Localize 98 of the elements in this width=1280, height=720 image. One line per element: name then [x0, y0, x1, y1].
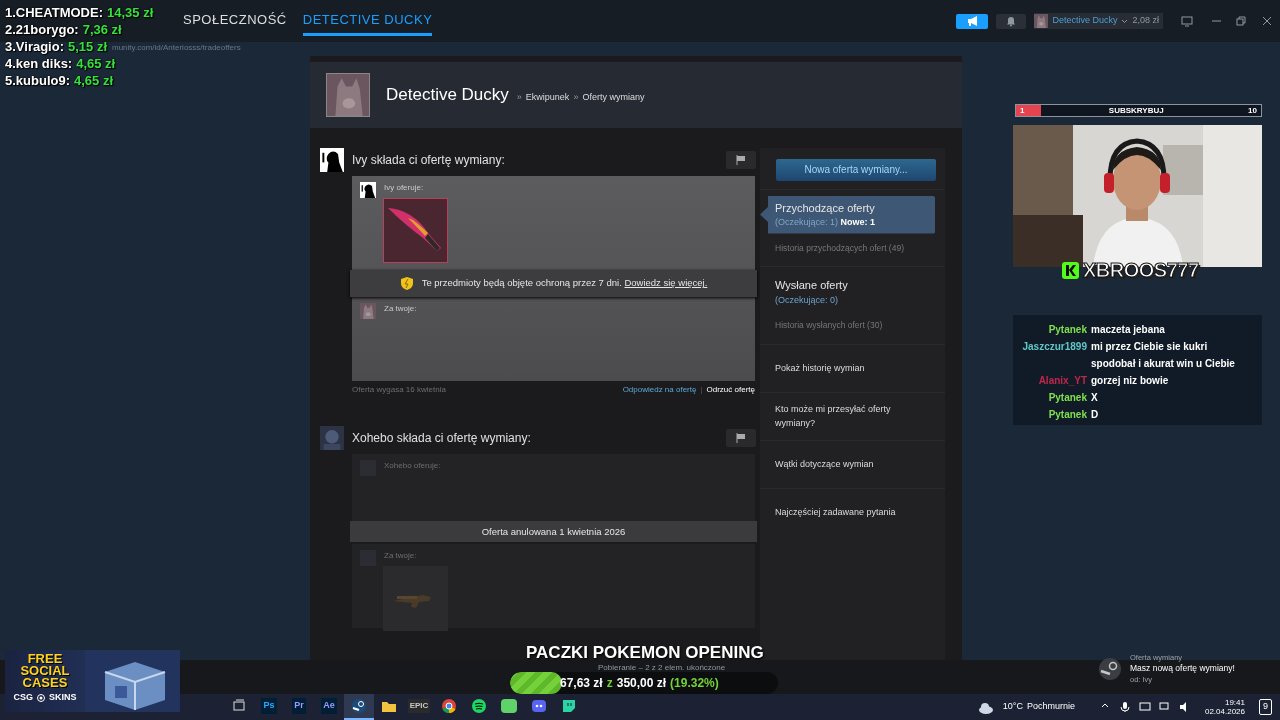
chat-message: maczeta jebana [1091, 323, 1165, 337]
restore-icon[interactable] [1236, 16, 1246, 26]
report-button[interactable] [726, 151, 756, 169]
stream-title: PACZKI POKEMON OPENING [526, 642, 764, 664]
protection-notice: Te przedmioty będą objęte ochroną przez 7 dni. Dowiedz się więcej. [421, 276, 708, 291]
wallet-balance: 2,08 zł [1132, 14, 1159, 28]
toast-message: Masz nową ofertę wymiany! [1130, 663, 1235, 674]
breadcrumb-separator: » [516, 91, 522, 105]
offer-section-tab[interactable]: Przychodzące oferty (Oczekujące: 1) Nowe: 1 [760, 195, 935, 234]
taskbar-app[interactable] [344, 694, 374, 720]
goal-joiner: z [606, 675, 613, 692]
chat-username: Jaszczur1899 [1021, 340, 1087, 354]
download-status: Pobieranie – 2 z 2 elem. ukończone [598, 662, 726, 674]
app-icon [350, 697, 368, 715]
history-link[interactable]: Historia wysłanych ofert (30) [775, 319, 930, 332]
target-icon [37, 693, 45, 702]
profile-name: Detective Ducky [386, 84, 509, 107]
respond-link[interactable]: Odpowiedz na ofertę [622, 384, 697, 396]
app-icon [560, 697, 578, 715]
url-text: munity.com/id/Anteriosss/tradeoffers [112, 43, 241, 52]
app-icon [470, 697, 488, 715]
account-menu[interactable]: Detective Ducky 2,08 zł [1034, 13, 1163, 29]
offer-label: Za twoje: [384, 303, 417, 315]
notification-count: 9 [1259, 699, 1272, 715]
chat-username: Pytanek [1047, 323, 1087, 337]
chat-message: X [1091, 391, 1098, 405]
offer-label: Xohebo oferuje: [384, 460, 441, 472]
offer-status: Oferta anulowana 1 kwietnia 2026 [350, 521, 757, 542]
flag-icon [736, 155, 746, 165]
brand-text: CSG [13, 691, 33, 704]
chat-message: gorzej niz bowie [1091, 374, 1169, 388]
clock-date: 02.04.2026 [1204, 707, 1245, 716]
cloud-icon[interactable] [976, 700, 995, 714]
offer-section-tab[interactable]: Wysłane oferty (Oczekujące: 0) [775, 273, 930, 312]
nav-tab[interactable]: DETECTIVE DUCKY [302, 5, 433, 37]
app-icon [530, 697, 548, 715]
sidebar-link[interactable]: Kto może mi przesyłać oferty wymiany? [775, 403, 930, 430]
leaderboard-name: 5.kubulo9: [5, 72, 70, 89]
taskbar-app[interactable]: Pr [284, 694, 314, 720]
history-link[interactable]: Historia przychodzących ofert (49) [775, 241, 930, 255]
browser-icon [440, 697, 458, 715]
action-separator: | [700, 384, 703, 396]
megaphone-icon [966, 15, 979, 27]
leaderboard-name: 2.21borygo: [5, 21, 79, 38]
network-icon[interactable] [1158, 701, 1171, 713]
chat-username: Pytanek [1047, 391, 1087, 405]
learn-more-link[interactable]: Dowiedz się więcej. [624, 277, 708, 289]
app-icon [500, 697, 518, 715]
weather-temp: 10°C [1002, 700, 1023, 714]
goal-percent: (19.32%) [670, 675, 719, 692]
leaderboard-name: 4.ken diks: [5, 55, 73, 72]
sidebar-link[interactable]: Najczęściej zadawane pytania [775, 505, 896, 520]
bell-icon [1006, 15, 1017, 27]
offer-label: Ivy oferuje: [384, 182, 424, 194]
leaderboard-amount: 5,15 zł [68, 38, 108, 55]
chat-message: D [1091, 408, 1099, 422]
notifications-button[interactable] [996, 13, 1027, 29]
decline-link[interactable]: Odrzuć ofertę [706, 384, 755, 396]
leaderboard-amount: 4,65 zł [74, 72, 114, 89]
new-offer-button[interactable]: Nowa oferta wymiany... [776, 158, 936, 181]
sidebar-link[interactable]: Pokaż historię wymian [775, 361, 865, 376]
shield-icon [399, 276, 414, 291]
goal-target: 350,00 zł [616, 675, 667, 692]
breadcrumb-separator: » [573, 91, 579, 105]
taskbar-app[interactable]: EPIC [404, 694, 434, 720]
chat-username: Alanix_YT [1037, 374, 1087, 388]
ad-headline: FREE SOCIAL CASES [19, 653, 71, 689]
sidebar-link[interactable]: Wątki dotyczące wymian [775, 457, 874, 472]
leaderboard-amount: 7,36 zł [82, 21, 122, 38]
leaderboard-amount: 14,35 zł [107, 4, 154, 21]
leaderboard-name: 1.CHEATMODE: [5, 4, 103, 21]
clock-time: 19:41 [1224, 698, 1245, 707]
leaderboard-name: 3.Viragio: [5, 38, 64, 55]
breadcrumb-link[interactable]: Oferty wymiany [582, 91, 645, 105]
brand-text: SKINS [49, 691, 77, 704]
monitor-icon[interactable] [1181, 15, 1193, 27]
breadcrumb-link[interactable]: Ekwipunek [525, 91, 570, 105]
leaderboard-amount: 4,65 zł [76, 55, 116, 72]
flag-icon [736, 433, 746, 443]
announcement-button[interactable] [956, 13, 989, 29]
offer-title: Ivy składa ci ofertę wymiany: [352, 152, 505, 169]
offer-title: Xohebo składa ci ofertę wymiany: [352, 430, 531, 447]
taskbar-app[interactable]: Ps [254, 694, 284, 720]
chat-username: Pytanek [1047, 408, 1087, 422]
caret-icon [1121, 18, 1129, 24]
report-button[interactable] [726, 429, 756, 447]
account-name: Detective Ducky [1052, 14, 1118, 28]
subscriber-goal: 10 [1248, 104, 1258, 117]
offer-label: Za twoje: [384, 550, 417, 562]
nav-tab[interactable]: SPOŁECZNOŚĆ [183, 5, 287, 37]
subscribe-label: SUBSKRYBUJ [1108, 104, 1164, 117]
display-icon[interactable] [1138, 701, 1151, 713]
weather-text: Pochmurnie [1026, 700, 1075, 714]
microphone-icon[interactable] [1118, 701, 1131, 713]
close-icon[interactable] [1262, 16, 1272, 26]
taskbar-app[interactable]: Ae [314, 694, 344, 720]
expiry-text: Oferta wygasa 16 kwietnia [352, 384, 446, 396]
subscriber-count: 1 [1019, 104, 1025, 117]
